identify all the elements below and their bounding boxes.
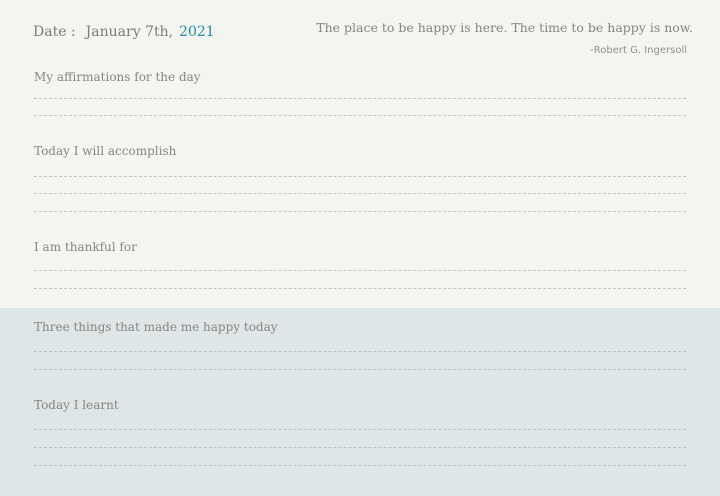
writing-line[interactable] [34, 369, 686, 370]
writing-line[interactable] [34, 429, 686, 430]
writing-line[interactable] [34, 176, 686, 177]
writing-line[interactable] [34, 351, 686, 352]
date-row: Date : January 7th, 2021 [33, 24, 215, 40]
writing-line[interactable] [34, 193, 686, 194]
writing-line[interactable] [34, 270, 686, 271]
writing-line[interactable] [34, 288, 686, 289]
date-label: Date : [33, 24, 76, 40]
writing-line[interactable] [34, 211, 686, 212]
writing-line[interactable] [34, 115, 686, 116]
section-label-learnt: Today I learnt [34, 398, 119, 412]
section-label-thankful: I am thankful for [34, 240, 137, 254]
quote-text: The place to be happy is here. The time … [316, 20, 693, 35]
writing-line[interactable] [34, 98, 686, 99]
date-year: 2021 [179, 24, 215, 40]
section-label-accomplish: Today I will accomplish [34, 144, 177, 158]
date-text: January 7th, [85, 24, 174, 40]
quote-author: -Robert G. Ingersoll [590, 45, 687, 56]
writing-line[interactable] [34, 447, 686, 448]
section-label-happy-things: Three things that made me happy today [34, 320, 278, 334]
writing-line[interactable] [34, 465, 686, 466]
section-label-affirmations: My affirmations for the day [34, 70, 201, 84]
